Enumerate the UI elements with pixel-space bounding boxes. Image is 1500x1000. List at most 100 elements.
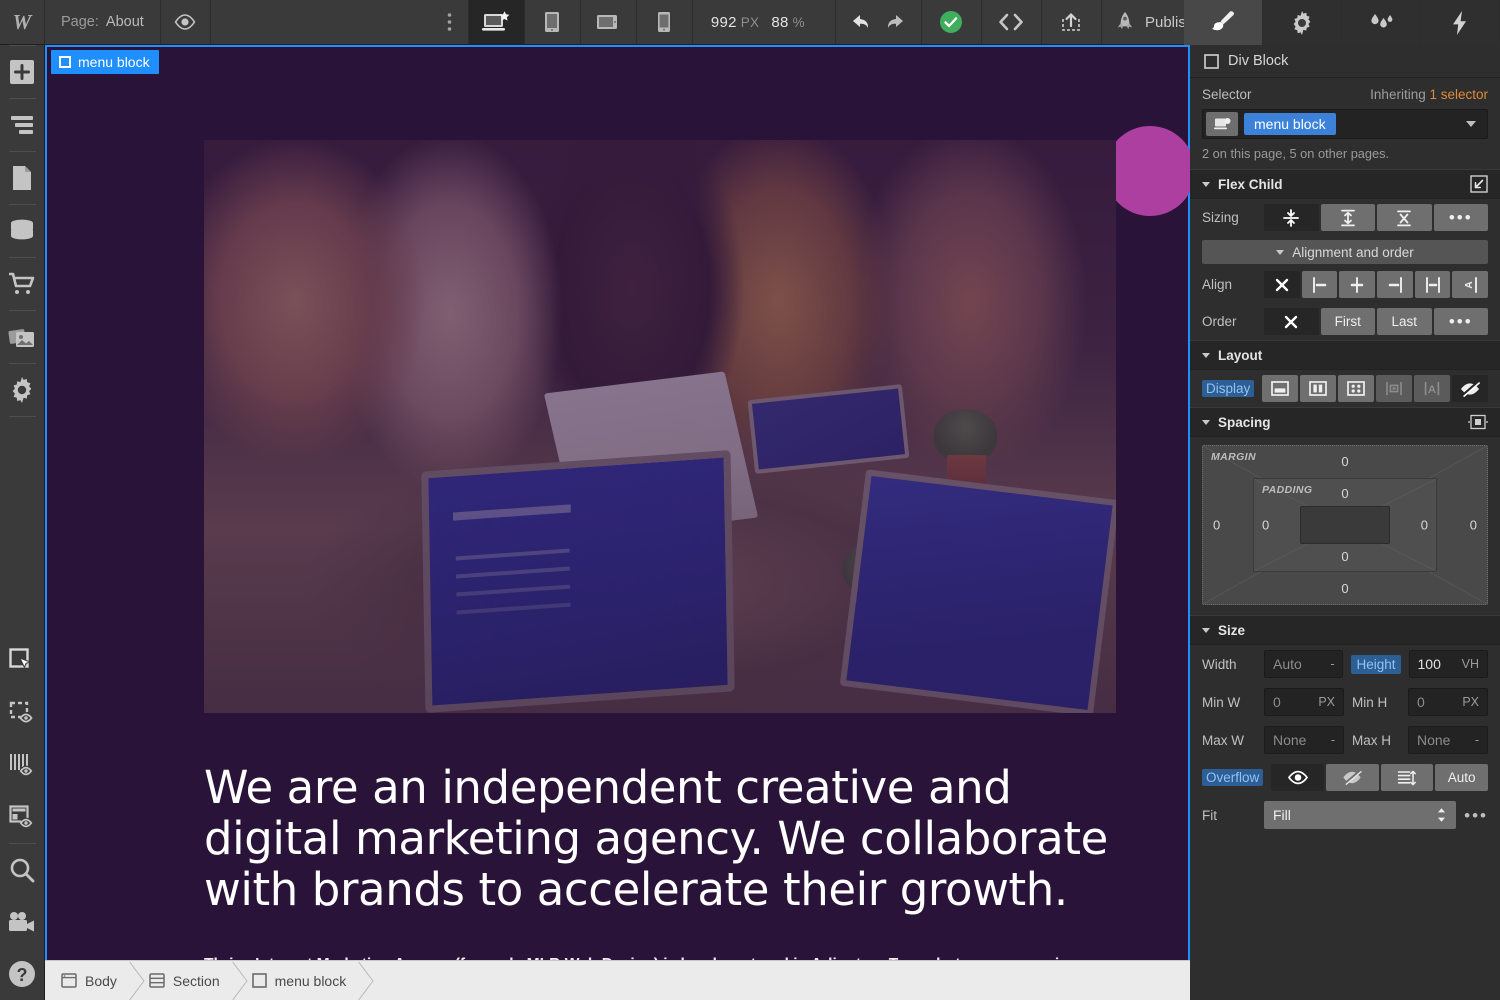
webflow-logo[interactable]: W — [0, 0, 45, 44]
sidebar-item-video-tutorials[interactable] — [0, 896, 45, 948]
breakpoint-tablet[interactable] — [525, 0, 581, 44]
breadcrumb-item-menu-block[interactable]: menu block — [236, 961, 363, 1000]
sidebar-item-pages[interactable] — [0, 152, 45, 204]
toolbar-overflow-menu[interactable] — [211, 0, 469, 44]
sidebar-item-show-layout[interactable] — [0, 791, 45, 843]
height-field[interactable]: 100 VH — [1408, 650, 1488, 678]
max-width-field[interactable]: None - — [1264, 726, 1344, 754]
alignment-and-order-toggle[interactable]: Alignment and order — [1202, 240, 1488, 264]
fit-select[interactable]: Fill — [1264, 801, 1457, 829]
margin-top-value[interactable]: 0 — [1341, 454, 1348, 469]
save-status-indicator[interactable] — [922, 0, 982, 44]
breadcrumb-item-body[interactable]: Body — [45, 961, 133, 1000]
sizing-dont-shrink[interactable] — [1377, 204, 1432, 231]
order-more-options[interactable]: ••• — [1433, 308, 1488, 335]
sidebar-item-settings[interactable] — [0, 364, 45, 416]
overflow-auto[interactable]: Auto — [1435, 764, 1489, 791]
decorative-circle[interactable] — [1105, 126, 1190, 216]
padding-left-value[interactable]: 0 — [1262, 518, 1269, 533]
min-height-field[interactable]: 0 PX — [1408, 688, 1488, 716]
sidebar-item-show-guides[interactable] — [0, 739, 45, 791]
sidebar-item-add-elements[interactable] — [0, 46, 45, 98]
max-height-field[interactable]: None - — [1408, 726, 1488, 754]
margin-left-value[interactable]: 0 — [1213, 518, 1220, 533]
undo-icon[interactable] — [851, 13, 873, 31]
sidebar-item-cms[interactable] — [0, 205, 45, 257]
align-auto[interactable] — [1264, 271, 1300, 298]
display-label[interactable]: Display — [1202, 380, 1255, 397]
tab-interactions[interactable] — [1421, 0, 1500, 45]
overflow-scroll[interactable] — [1380, 764, 1434, 791]
sidebar-item-ecommerce[interactable] — [0, 258, 45, 310]
margin-right-value[interactable]: 0 — [1470, 518, 1477, 533]
align-end[interactable] — [1377, 271, 1413, 298]
breadcrumb-item-section[interactable]: Section — [133, 961, 236, 1000]
flex-order-row: Order First Last ••• — [1190, 303, 1500, 340]
sizing-shrink-if-needed[interactable] — [1264, 204, 1319, 231]
page-canvas[interactable]: menu block We are an independent creativ… — [45, 45, 1190, 996]
redo-icon[interactable] — [883, 13, 905, 31]
align-stretch[interactable] — [1414, 271, 1451, 298]
breakpoint-mobile[interactable] — [637, 0, 693, 44]
section-header-flex-child[interactable]: Flex Child — [1190, 169, 1500, 199]
section-header-size[interactable]: Size — [1190, 615, 1500, 645]
height-label[interactable]: Height — [1351, 654, 1401, 674]
overflow-visible[interactable] — [1271, 764, 1324, 791]
fit-more-options[interactable]: ••• — [1464, 807, 1488, 824]
min-width-field[interactable]: 0 PX — [1264, 688, 1344, 716]
sidebar-item-search[interactable] — [0, 844, 45, 896]
tab-effects[interactable] — [1342, 0, 1421, 45]
selector-input[interactable]: menu block — [1202, 109, 1488, 139]
display-inline[interactable]: A — [1414, 375, 1451, 402]
sidebar-item-help[interactable]: ? — [0, 948, 45, 1000]
spacing-mode-icon[interactable] — [1468, 414, 1488, 430]
order-auto[interactable] — [1264, 308, 1319, 335]
sidebar-item-show-element-outlines[interactable] — [0, 687, 45, 739]
overflow-label[interactable]: Overflow — [1202, 769, 1264, 786]
breakpoint-tablet-landscape[interactable] — [581, 0, 637, 44]
display-inline-block[interactable] — [1376, 375, 1413, 402]
align-start[interactable] — [1301, 271, 1338, 298]
width-field[interactable]: Auto - — [1264, 650, 1344, 678]
section-header-spacing[interactable]: Spacing — [1190, 407, 1500, 437]
expand-arrow-icon[interactable] — [1470, 175, 1488, 193]
tab-settings[interactable] — [1263, 0, 1342, 45]
display-block[interactable] — [1262, 375, 1299, 402]
display-flex[interactable] — [1300, 375, 1337, 402]
sizing-grow-if-possible[interactable] — [1320, 204, 1375, 231]
min-height-value: 0 — [1417, 694, 1425, 710]
display-grid[interactable] — [1338, 375, 1375, 402]
order-first[interactable]: First — [1320, 308, 1375, 335]
overflow-hidden[interactable] — [1325, 764, 1379, 791]
share-export-button[interactable] — [1042, 0, 1102, 44]
section-header-layout[interactable]: Layout — [1190, 340, 1500, 370]
max-width-unit: - — [1330, 733, 1335, 747]
chevron-down-icon[interactable] — [1466, 121, 1476, 127]
sidebar-item-navigator[interactable] — [0, 99, 45, 151]
padding-bottom-value[interactable]: 0 — [1341, 549, 1348, 564]
code-export-button[interactable] — [982, 0, 1042, 44]
sidebar-item-assets[interactable] — [0, 311, 45, 363]
breakpoint-desktop[interactable] — [468, 0, 525, 44]
align-center[interactable] — [1339, 271, 1376, 298]
overflow-row: Overflow Auto — [1190, 759, 1500, 796]
selected-element-badge[interactable]: menu block — [51, 50, 159, 74]
sizing-more-options[interactable]: ••• — [1433, 204, 1488, 231]
padding-top-value[interactable]: 0 — [1341, 486, 1348, 501]
align-baseline[interactable]: A — [1452, 271, 1489, 298]
selector-state-icon[interactable] — [1206, 112, 1238, 136]
preview-toggle[interactable] — [161, 0, 211, 44]
hero-image[interactable] — [204, 140, 1116, 713]
margin-bottom-value[interactable]: 0 — [1341, 581, 1348, 596]
hero-heading[interactable]: We are an independent creative and digit… — [204, 762, 1134, 916]
sidebar-item-select-tool[interactable] — [0, 635, 45, 687]
padding-right-value[interactable]: 0 — [1421, 518, 1428, 533]
order-last[interactable]: Last — [1377, 308, 1432, 335]
tab-style[interactable] — [1184, 0, 1263, 45]
tablet-icon — [542, 10, 562, 34]
selector-class-tag[interactable]: menu block — [1244, 113, 1336, 135]
inheriting-info[interactable]: Inheriting 1 selector — [1370, 87, 1488, 102]
page-selector[interactable]: Page: About — [45, 0, 161, 44]
canvas-zoom-control[interactable]: 992 PX 88 % — [693, 0, 836, 44]
display-none[interactable] — [1452, 375, 1488, 402]
